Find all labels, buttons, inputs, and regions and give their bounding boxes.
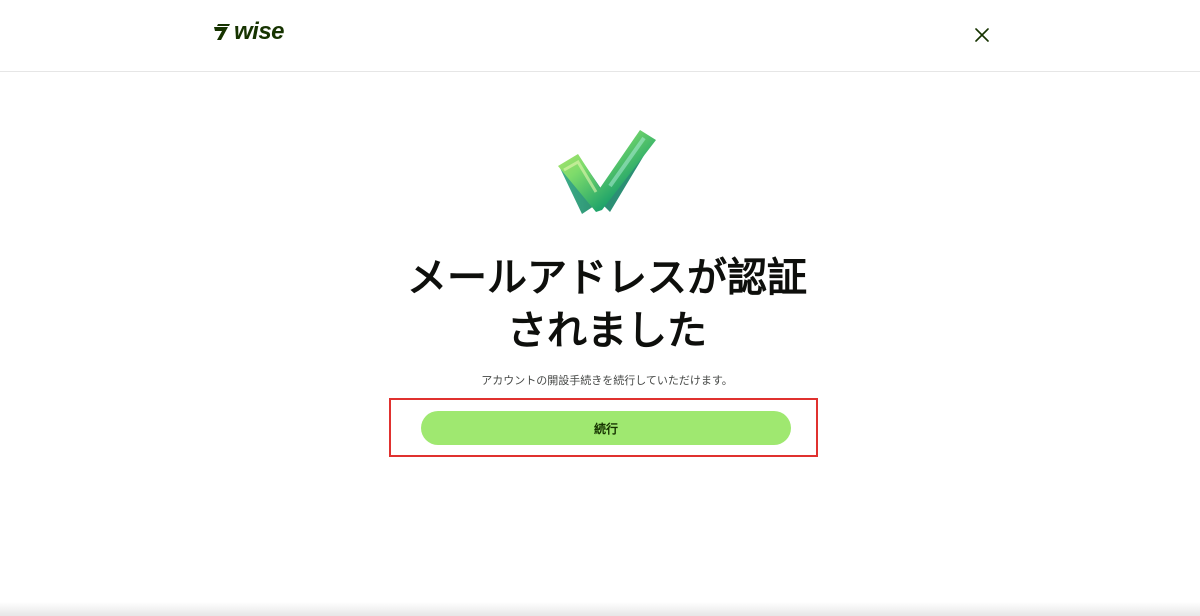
close-icon	[975, 28, 989, 42]
subtitle: アカウントの開設手続きを続行していただけます。	[481, 374, 733, 387]
wise-flag-icon	[214, 24, 230, 40]
bottom-shadow	[0, 602, 1200, 616]
page-title: メールアドレスが認証 されました	[300, 252, 914, 358]
top-bar: wise	[0, 0, 1200, 72]
checkmark-icon	[558, 130, 656, 214]
logo-text: wise	[234, 18, 285, 45]
close-button[interactable]	[970, 23, 994, 47]
title-line-1: メールアドレスが認証	[407, 255, 807, 301]
title-line-2: されました	[507, 308, 707, 354]
wise-logo[interactable]: wise	[212, 18, 285, 45]
page: wise メールアドレスが認証 されました アカウントの開設手続きを続行していた…	[0, 0, 1200, 616]
continue-button[interactable]: 続行	[421, 411, 791, 445]
